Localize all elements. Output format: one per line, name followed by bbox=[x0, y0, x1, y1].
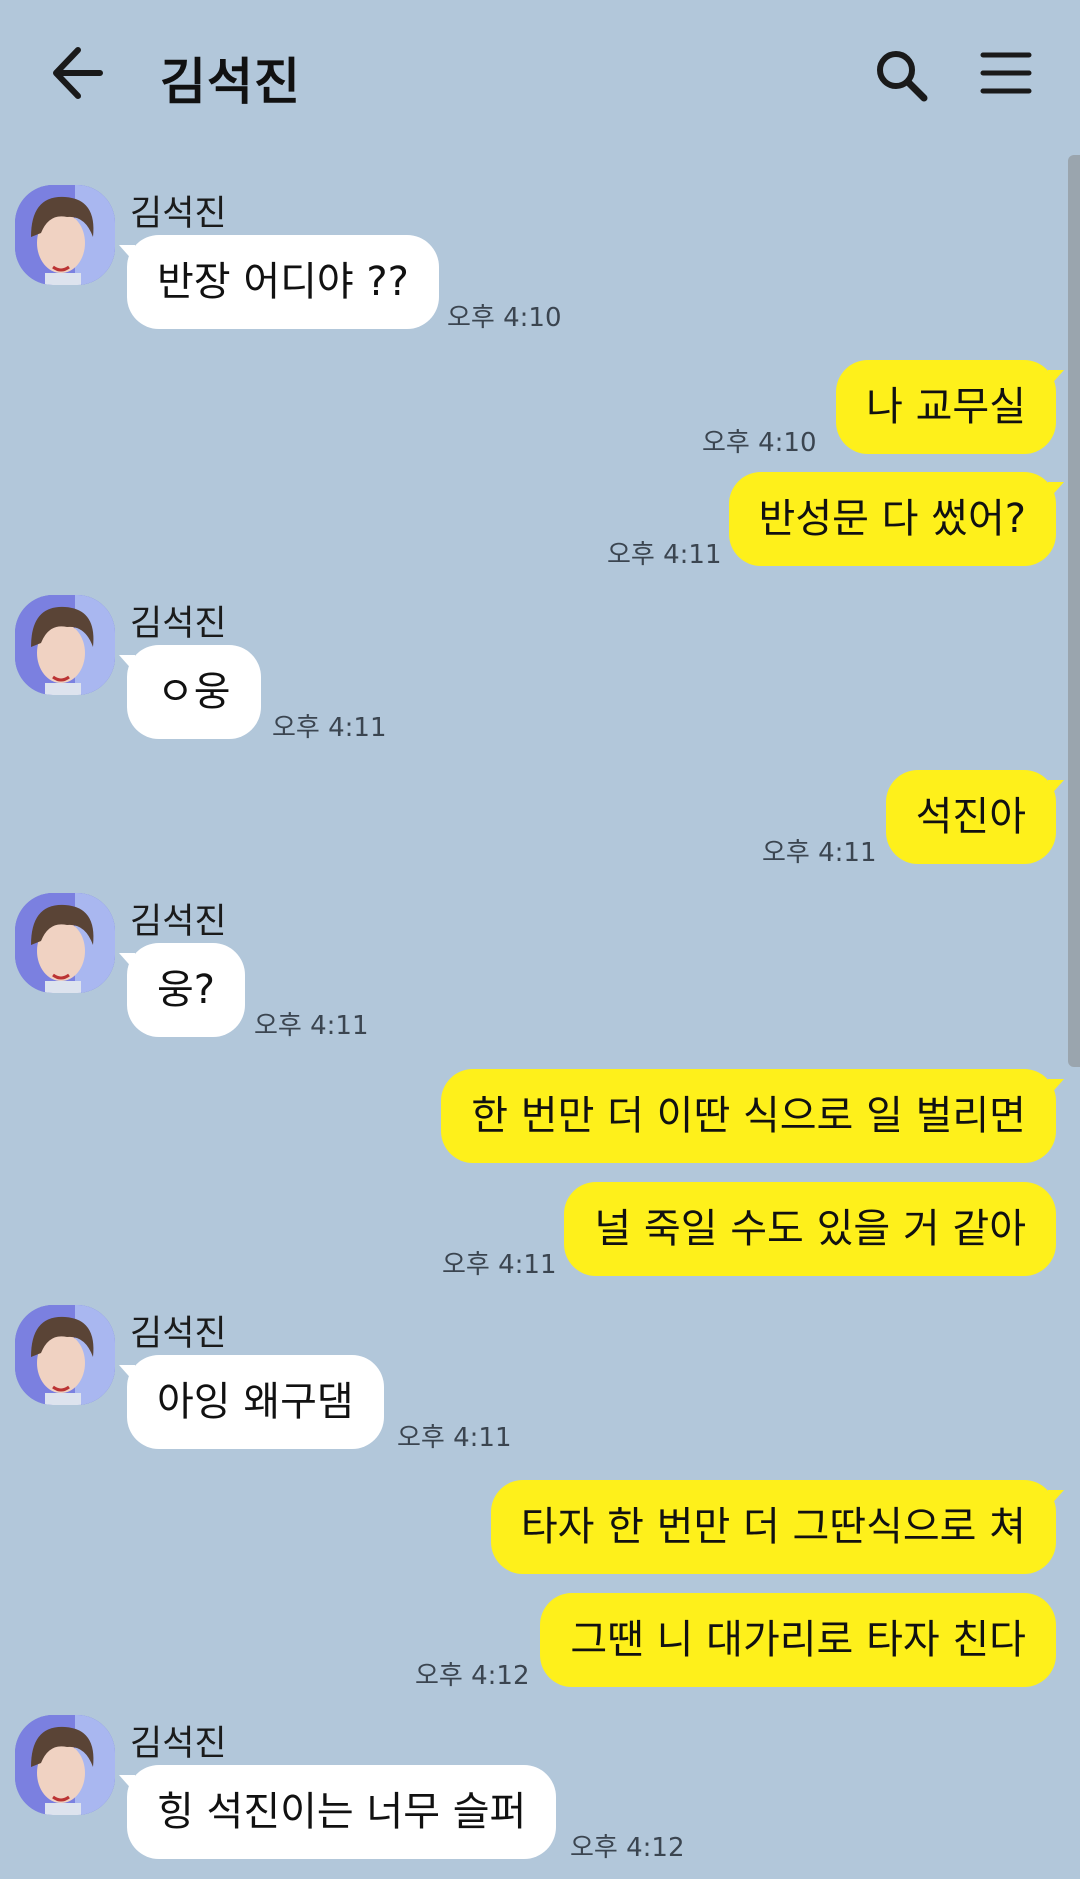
message-time: 오후 4:10 bbox=[447, 303, 562, 333]
message-bubble[interactable]: 그땐 니 대가리로 타자 친다 bbox=[540, 1593, 1056, 1687]
message-bubble[interactable]: 한 번만 더 이딴 식으로 일 벌리면 bbox=[441, 1069, 1064, 1163]
avatar[interactable] bbox=[15, 893, 115, 993]
message-time: 오후 4:11 bbox=[762, 838, 877, 868]
message-time: 오후 4:11 bbox=[442, 1250, 557, 1280]
message-time: 오후 4:11 bbox=[397, 1423, 512, 1453]
message-time: 오후 4:11 bbox=[254, 1011, 369, 1041]
message-bubble[interactable]: 나 교무실 bbox=[836, 360, 1064, 454]
message-bubble[interactable]: 힝 석진이는 너무 슬퍼 bbox=[118, 1765, 557, 1859]
sender-name: 김석진 bbox=[130, 1314, 227, 1354]
message-bubble[interactable]: 웅? bbox=[118, 943, 246, 1037]
avatar[interactable] bbox=[15, 1715, 115, 1815]
profile-photo-icon bbox=[15, 893, 115, 993]
profile-photo-icon bbox=[15, 185, 115, 285]
avatar[interactable] bbox=[15, 595, 115, 695]
message-time: 오후 4:11 bbox=[272, 713, 387, 743]
sender-name: 김석진 bbox=[130, 1724, 227, 1764]
avatar[interactable] bbox=[15, 1305, 115, 1405]
message-bubble[interactable]: 타자 한 번만 더 그딴식으로 쳐 bbox=[490, 1480, 1065, 1574]
message-bubble[interactable]: 반장 어디야 ?? bbox=[119, 235, 439, 329]
message-bubble[interactable]: 석진아 bbox=[885, 770, 1065, 864]
sender-name: 김석진 bbox=[130, 902, 227, 942]
chat-message-list: 김석진 반장 어디야 ?? 오후 4:10 나 교무실 오후 4:10 반성문 … bbox=[0, 0, 1080, 1879]
message-bubble[interactable]: 아잉 왜구댐 bbox=[119, 1355, 384, 1449]
message-time: 오후 4:12 bbox=[415, 1661, 530, 1691]
message-bubble[interactable]: 반성문 다 썼어? bbox=[728, 472, 1065, 566]
profile-photo-icon bbox=[15, 1305, 115, 1405]
avatar[interactable] bbox=[15, 185, 115, 285]
profile-photo-icon bbox=[15, 595, 115, 695]
sender-name: 김석진 bbox=[130, 194, 227, 234]
sender-name: 김석진 bbox=[130, 604, 227, 644]
message-bubble[interactable]: 널 죽일 수도 있을 거 같아 bbox=[564, 1182, 1056, 1276]
message-time: 오후 4:10 bbox=[702, 428, 817, 458]
message-bubble[interactable]: ㅇ웅 bbox=[119, 645, 261, 739]
message-time: 오후 4:11 bbox=[607, 540, 722, 570]
message-time: 오후 4:12 bbox=[570, 1833, 685, 1863]
profile-photo-icon bbox=[15, 1715, 115, 1815]
